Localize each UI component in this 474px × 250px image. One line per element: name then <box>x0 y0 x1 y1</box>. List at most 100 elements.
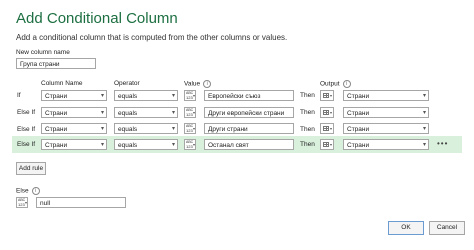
table-icon <box>323 142 329 147</box>
table-icon <box>323 110 329 115</box>
add-rule-button[interactable]: Add rule <box>16 162 46 175</box>
operator-select[interactable]: equals ▾ <box>114 107 178 118</box>
chevron-down-icon: ▾ <box>192 142 195 147</box>
header-column-name: Column Name <box>41 80 83 87</box>
chevron-down-icon: ▾ <box>171 126 175 132</box>
header-value-label: Value <box>184 80 201 88</box>
column-select[interactable]: Страни ▾ <box>41 139 107 150</box>
chevron-down-icon: ▾ <box>192 110 195 115</box>
new-column-input[interactable]: Група страни <box>16 58 96 69</box>
header-output: Output i <box>320 80 351 88</box>
new-column-label: New column name <box>16 49 70 56</box>
chevron-down-icon: ▾ <box>329 126 332 131</box>
value-type-selector[interactable]: ABC 123 ▾ <box>184 107 196 118</box>
output-select[interactable]: Страни ▾ <box>343 90 429 101</box>
operator-select-value: equals <box>118 142 138 149</box>
table-icon <box>323 126 329 131</box>
then-label: Then <box>300 141 315 148</box>
else-label: Else <box>16 187 29 195</box>
column-select-value: Страни <box>45 142 68 149</box>
rule-label: If <box>17 92 21 99</box>
value-type-selector[interactable]: ABC 123 ▾ <box>184 123 196 134</box>
output-select[interactable]: Страни ▾ <box>343 107 429 118</box>
else-value-input[interactable]: null <box>36 197 126 208</box>
chevron-down-icon: ▾ <box>422 93 426 99</box>
rule-label: Else If <box>17 109 36 116</box>
dialog-subtitle: Add a conditional column that is compute… <box>16 33 288 42</box>
column-select-value: Страни <box>45 93 68 100</box>
table-icon <box>323 93 329 98</box>
new-column-input-value: Група страни <box>20 61 60 68</box>
type-123-text: 123 <box>18 202 25 207</box>
chevron-down-icon: ▾ <box>100 110 104 116</box>
type-123-text: 123 <box>186 95 193 100</box>
chevron-down-icon: ▾ <box>24 200 27 205</box>
rule-label: Else If <box>17 141 36 148</box>
cancel-button[interactable]: Cancel <box>429 221 465 235</box>
output-select-value: Страни <box>347 93 370 100</box>
output-select-value: Страни <box>347 142 370 149</box>
operator-select-value: equals <box>118 93 138 100</box>
output-type-selector[interactable]: ▾ <box>320 139 334 150</box>
rule-label: Else If <box>17 126 36 133</box>
then-label: Then <box>300 126 315 133</box>
else-type-selector[interactable]: ABC 123 ▾ <box>16 197 28 208</box>
output-type-selector[interactable]: ▾ <box>320 90 334 101</box>
value-input[interactable]: Други европейски страни <box>204 107 294 118</box>
dialog-title: Add Conditional Column <box>16 10 178 27</box>
chevron-down-icon: ▾ <box>171 142 175 148</box>
else-label-wrap: Else i <box>16 187 40 195</box>
value-type-selector[interactable]: ABC 123 ▾ <box>184 90 196 101</box>
value-input-value: Европейски съюз <box>208 93 261 100</box>
type-123-text: 123 <box>186 112 193 117</box>
output-select[interactable]: Страни ▾ <box>343 123 429 134</box>
info-icon[interactable]: i <box>203 80 212 88</box>
output-select-value: Страни <box>347 110 370 117</box>
chevron-down-icon: ▾ <box>422 110 426 116</box>
column-select-value: Страни <box>45 110 68 117</box>
then-label: Then <box>300 109 315 116</box>
type-123-text: 123 <box>186 128 193 133</box>
else-value-input-value: null <box>40 200 51 207</box>
value-input-value: Други страни <box>208 126 248 133</box>
column-select[interactable]: Страни ▾ <box>41 123 107 134</box>
chevron-down-icon: ▾ <box>329 142 332 147</box>
value-input[interactable]: Европейски съюз <box>204 90 294 101</box>
output-type-selector[interactable]: ▾ <box>320 123 334 134</box>
output-select[interactable]: Страни ▾ <box>343 139 429 150</box>
chevron-down-icon: ▾ <box>422 126 426 132</box>
value-input[interactable]: Останал свят <box>204 139 294 150</box>
chevron-down-icon: ▾ <box>422 142 426 148</box>
output-select-value: Страни <box>347 126 370 133</box>
chevron-down-icon: ▾ <box>100 93 104 99</box>
info-icon[interactable]: i <box>31 187 40 195</box>
more-icon[interactable]: ••• <box>437 139 448 148</box>
header-operator: Operator <box>114 80 140 87</box>
chevron-down-icon: ▾ <box>171 93 175 99</box>
value-input-value: Останал свят <box>208 142 249 149</box>
operator-select[interactable]: equals ▾ <box>114 139 178 150</box>
operator-select-value: equals <box>118 126 138 133</box>
column-select-value: Страни <box>45 126 68 133</box>
chevron-down-icon: ▾ <box>192 93 195 98</box>
header-value: Value i <box>184 80 212 88</box>
chevron-down-icon: ▾ <box>100 142 104 148</box>
ok-button[interactable]: OK <box>388 221 424 235</box>
info-icon[interactable]: i <box>342 80 351 88</box>
chevron-down-icon: ▾ <box>329 93 332 98</box>
value-input-value: Други европейски страни <box>208 110 285 117</box>
operator-select[interactable]: equals ▾ <box>114 123 178 134</box>
value-type-selector[interactable]: ABC 123 ▾ <box>184 139 196 150</box>
chevron-down-icon: ▾ <box>329 110 332 115</box>
operator-select[interactable]: equals ▾ <box>114 90 178 101</box>
column-select[interactable]: Страни ▾ <box>41 90 107 101</box>
column-select[interactable]: Страни ▾ <box>41 107 107 118</box>
header-output-label: Output <box>320 80 340 88</box>
operator-select-value: equals <box>118 110 138 117</box>
type-123-text: 123 <box>186 144 193 149</box>
chevron-down-icon: ▾ <box>171 110 175 116</box>
chevron-down-icon: ▾ <box>192 126 195 131</box>
chevron-down-icon: ▾ <box>100 126 104 132</box>
output-type-selector[interactable]: ▾ <box>320 107 334 118</box>
value-input[interactable]: Други страни <box>204 123 294 134</box>
